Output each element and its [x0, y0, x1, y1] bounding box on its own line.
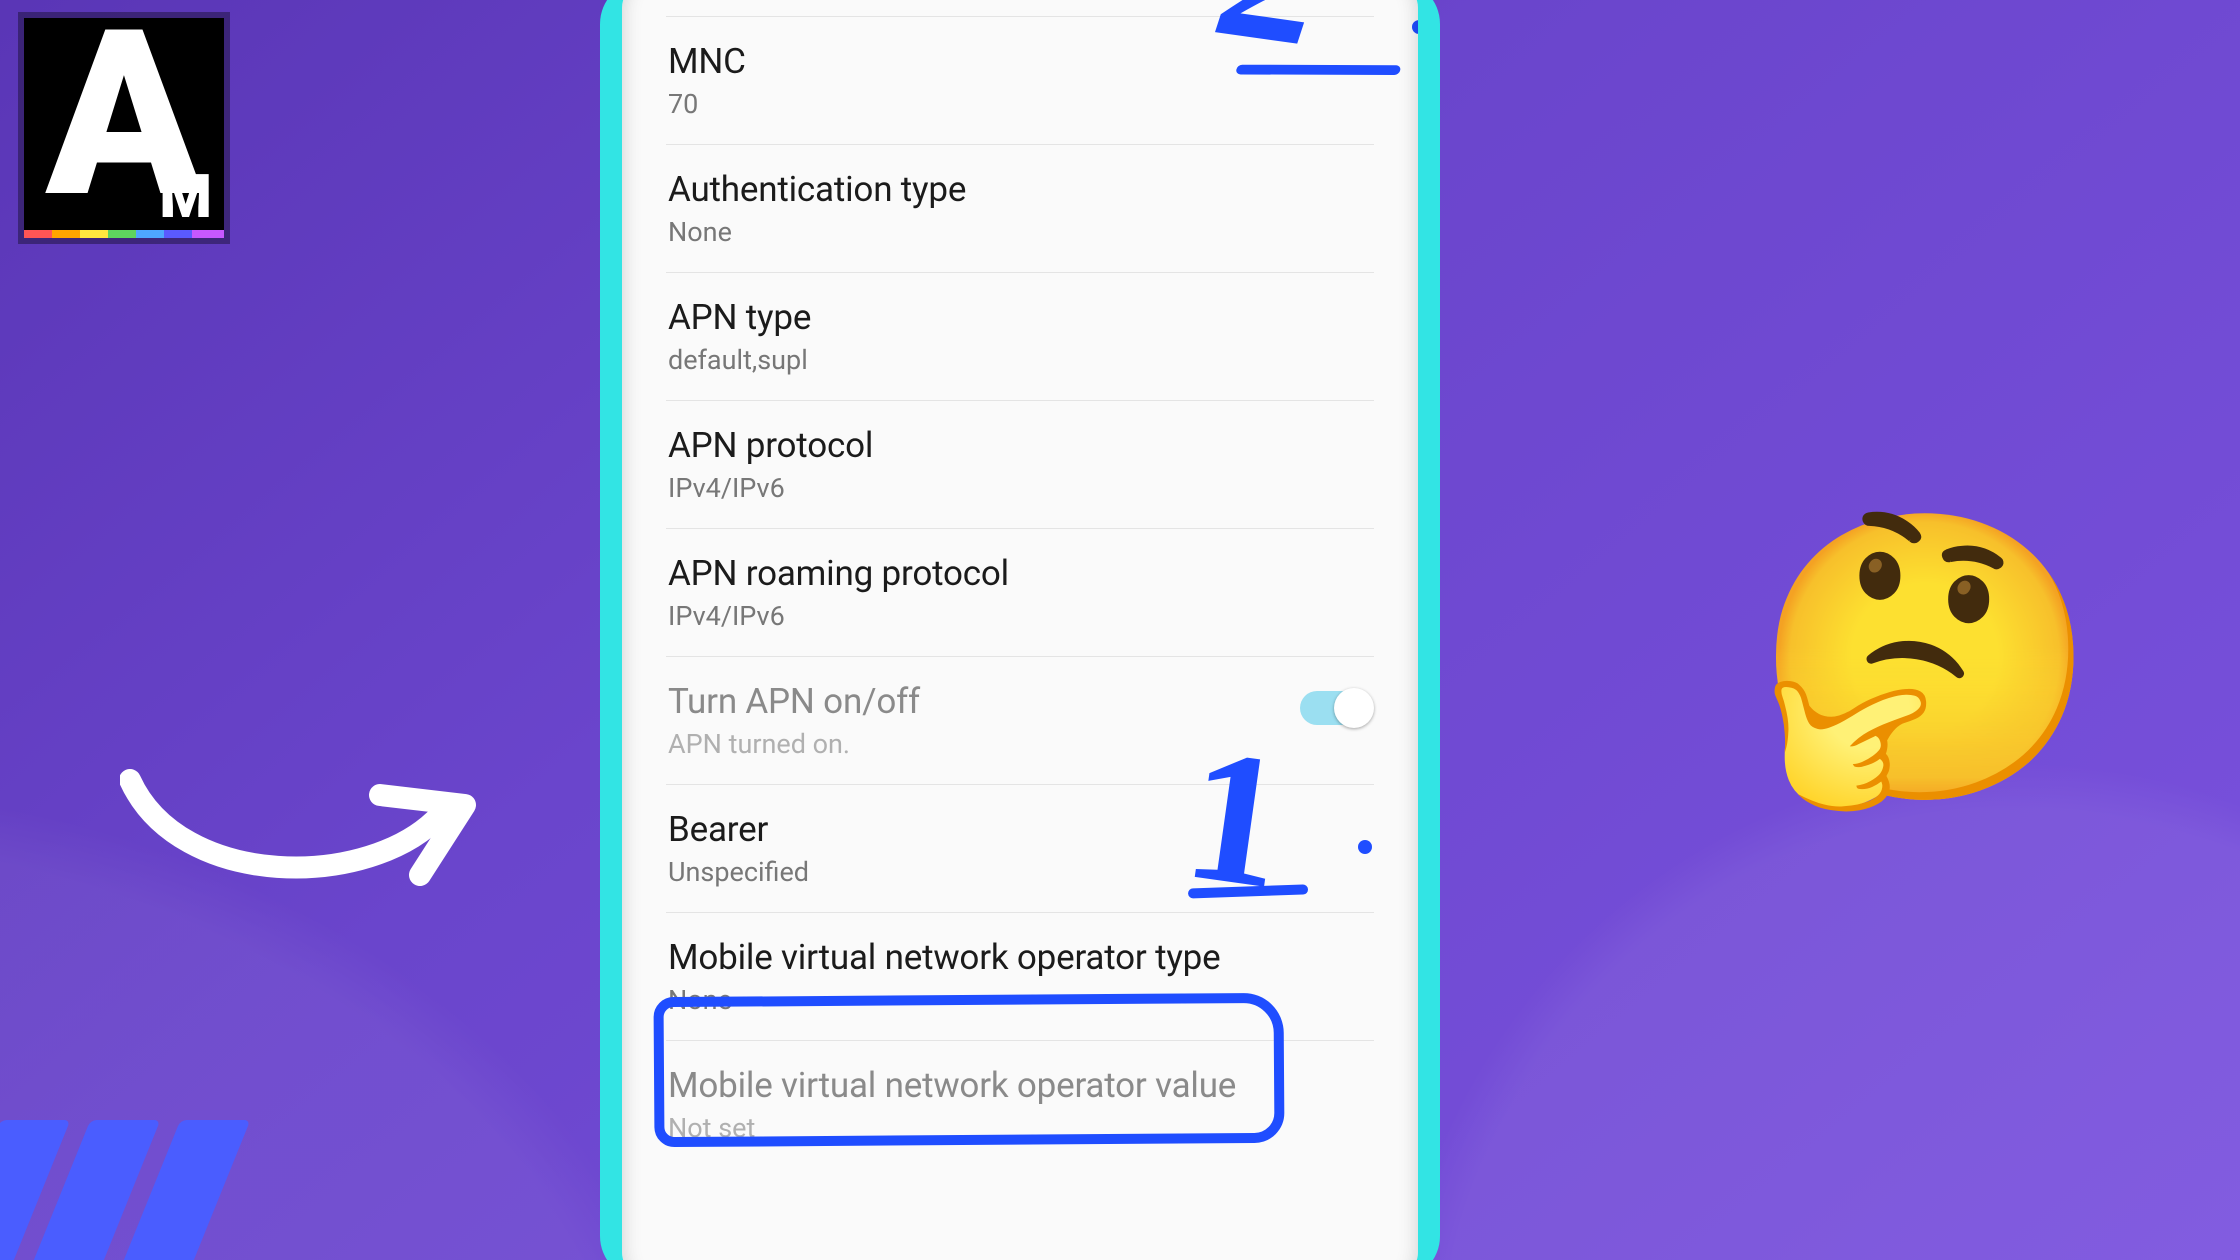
phone-screen: 404 MNC 70 Authentication type None APN …: [622, 0, 1418, 1260]
thinking-emoji-icon: 🤔: [1751, 520, 2100, 800]
setting-row-auth-type[interactable]: Authentication type None: [666, 145, 1374, 273]
setting-title: APN type: [668, 297, 1374, 338]
setting-value: 70: [668, 88, 1374, 120]
setting-title: APN protocol: [668, 425, 1374, 466]
setting-title: Turn APN on/off: [668, 681, 1374, 722]
setting-title: MNC: [668, 41, 1374, 82]
setting-row-apn-protocol[interactable]: APN protocol IPv4/IPv6: [666, 401, 1374, 529]
setting-row-apn-roaming-protocol[interactable]: APN roaming protocol IPv4/IPv6: [666, 529, 1374, 657]
setting-title: Bearer: [668, 809, 1374, 850]
setting-value: IPv4/IPv6: [668, 472, 1374, 504]
setting-row-mcc[interactable]: 404: [666, 0, 1374, 17]
logo-rainbow-bar: [24, 230, 224, 238]
setting-title: Authentication type: [668, 169, 1374, 210]
setting-value: APN turned on.: [668, 728, 1374, 760]
setting-row-apn-type[interactable]: APN type default,supl: [666, 273, 1374, 401]
logo-letter-m: M: [159, 161, 212, 232]
setting-value: IPv4/IPv6: [668, 600, 1374, 632]
setting-title: Mobile virtual network operator type: [668, 937, 1374, 978]
channel-logo: A M: [24, 18, 224, 238]
setting-row-apn-toggle[interactable]: Turn APN on/off APN turned on.: [666, 657, 1374, 785]
decor-arrow-right: [120, 760, 500, 914]
apn-settings-list[interactable]: 404 MNC 70 Authentication type None APN …: [622, 0, 1418, 1168]
setting-value: None: [668, 216, 1374, 248]
setting-value: default,supl: [668, 344, 1374, 376]
setting-row-mnc[interactable]: MNC 70: [666, 17, 1374, 145]
setting-row-bearer[interactable]: Bearer Unspecified: [666, 785, 1374, 913]
annotation-highlight-box: [653, 993, 1284, 1147]
phone-frame: 404 MNC 70 Authentication type None APN …: [600, 0, 1440, 1260]
setting-title: APN roaming protocol: [668, 553, 1374, 594]
setting-value: Unspecified: [668, 856, 1374, 888]
apn-toggle-switch[interactable]: [1300, 691, 1372, 725]
